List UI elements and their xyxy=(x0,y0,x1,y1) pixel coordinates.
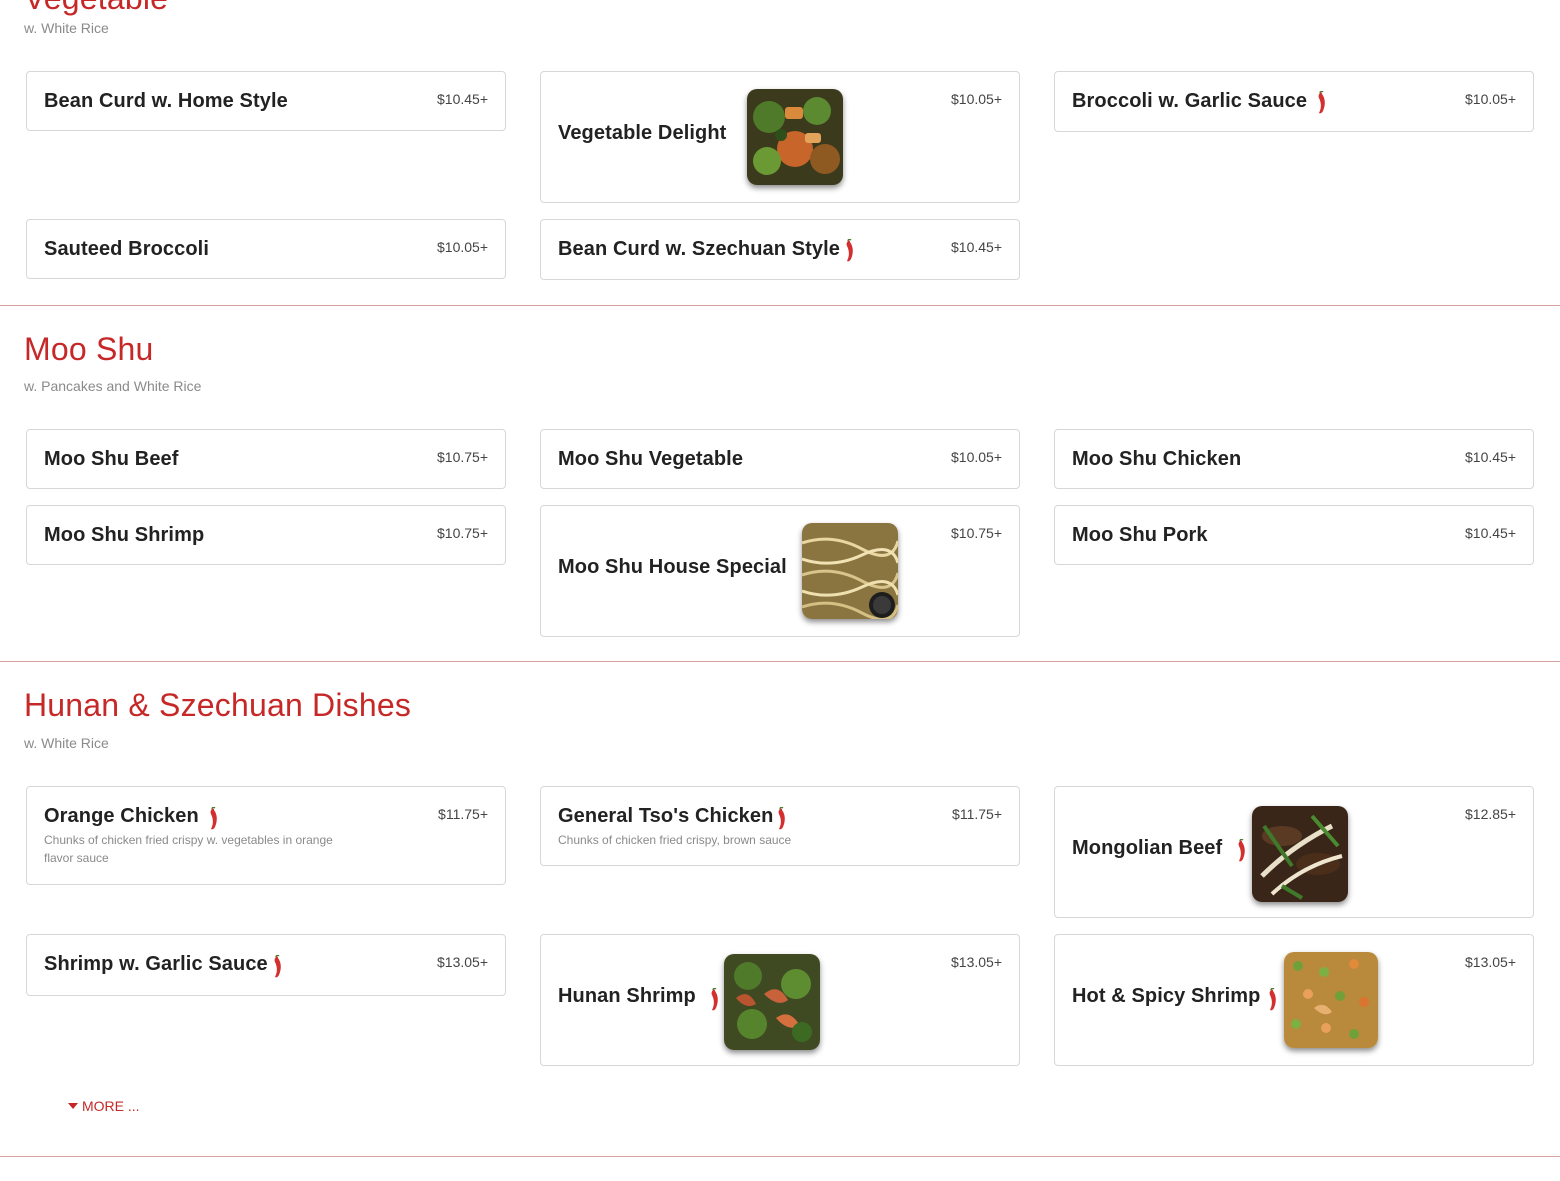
item-name: Moo Shu Vegetable xyxy=(558,448,744,470)
caret-down-icon xyxy=(68,1103,78,1109)
section-title-moo-shu: Moo Shu xyxy=(24,331,154,367)
menu-item-moo-shu-vegetable[interactable]: Moo Shu Vegetable $10.05+ xyxy=(540,429,1020,489)
item-price: $10.45+ xyxy=(951,239,1002,255)
menu-item-orange-chicken[interactable]: Orange Chicken Chunks of chicken fried c… xyxy=(26,786,506,885)
section-subtitle-vegetable: w. White Rice xyxy=(24,20,109,36)
item-price: $10.75+ xyxy=(437,449,488,465)
item-description: Chunks of chicken fried crispy w. vegeta… xyxy=(44,833,333,865)
vegetable-delight-photo xyxy=(747,89,843,185)
menu-item-moo-shu-chicken[interactable]: Moo Shu Chicken $10.45+ xyxy=(1054,429,1534,489)
item-name: Hot & Spicy Shrimp xyxy=(1072,985,1261,1007)
spicy-pepper-icon xyxy=(272,955,284,979)
item-name: Orange Chicken xyxy=(44,805,199,827)
moo-shu-house-special-photo xyxy=(802,523,898,619)
item-name: Hunan Shrimp xyxy=(558,985,696,1007)
menu-item-moo-shu-house-special[interactable]: Moo Shu House Special $10.75+ xyxy=(540,505,1020,637)
item-price: $10.05+ xyxy=(1465,91,1516,107)
menu-item-vegetable-delight[interactable]: Vegetable Delight $10.05+ xyxy=(540,71,1020,203)
menu-page: Vegetable w. White Rice Bean Curd w. Hom… xyxy=(0,0,1560,1181)
spicy-pepper-icon xyxy=(1316,91,1328,115)
item-name: General Tso's Chicken xyxy=(558,805,774,827)
item-description: Chunks of chicken fried crispy, brown sa… xyxy=(558,833,792,847)
item-name: Bean Curd w. Szechuan Style xyxy=(558,238,841,260)
section-subtitle-moo-shu: w. Pancakes and White Rice xyxy=(24,378,202,394)
section-title-vegetable: Vegetable xyxy=(24,0,168,18)
menu-item-moo-shu-beef[interactable]: Moo Shu Beef $10.75+ xyxy=(26,429,506,489)
item-price: $13.05+ xyxy=(951,954,1002,970)
hunan-shrimp-photo xyxy=(724,954,820,1050)
item-name: Vegetable Delight xyxy=(558,122,727,144)
menu-item-moo-shu-pork[interactable]: Moo Shu Pork $10.45+ xyxy=(1054,505,1534,565)
item-name: Moo Shu Shrimp xyxy=(44,524,205,546)
section-divider xyxy=(0,1156,1560,1157)
menu-item-shrimp-garlic-sauce[interactable]: Shrimp w. Garlic Sauce $13.05+ xyxy=(26,934,506,996)
item-name: Broccoli w. Garlic Sauce xyxy=(1072,90,1308,112)
spicy-pepper-icon xyxy=(208,807,220,831)
mongolian-beef-photo xyxy=(1252,806,1348,902)
more-label: MORE ... xyxy=(82,1098,140,1114)
menu-item-bean-curd-szechuan-style[interactable]: Bean Curd w. Szechuan Style $10.45+ xyxy=(540,219,1020,280)
item-price: $10.45+ xyxy=(437,91,488,107)
item-price: $11.75+ xyxy=(952,806,1002,822)
item-name: Moo Shu Beef xyxy=(44,448,179,470)
item-name: Moo Shu Chicken xyxy=(1072,448,1242,470)
item-name: Mongolian Beef xyxy=(1072,837,1223,859)
item-price: $13.05+ xyxy=(437,954,488,970)
item-price: $10.05+ xyxy=(951,91,1002,107)
menu-item-hunan-shrimp[interactable]: Hunan Shrimp $13.05+ xyxy=(540,934,1020,1066)
item-price: $10.45+ xyxy=(1465,525,1516,541)
item-price: $10.75+ xyxy=(951,525,1002,541)
section-divider xyxy=(0,305,1560,306)
item-name: Moo Shu Pork xyxy=(1072,524,1208,546)
more-button[interactable]: MORE ... xyxy=(68,1098,140,1114)
item-price: $10.05+ xyxy=(437,239,488,255)
menu-item-moo-shu-shrimp[interactable]: Moo Shu Shrimp $10.75+ xyxy=(26,505,506,565)
menu-item-sauteed-broccoli[interactable]: Sauteed Broccoli $10.05+ xyxy=(26,219,506,279)
spicy-pepper-icon xyxy=(709,988,721,1012)
item-name: Sauteed Broccoli xyxy=(44,238,209,260)
section-title-hunan-szechuan: Hunan & Szechuan Dishes xyxy=(24,687,412,723)
menu-item-bean-curd-home-style[interactable]: Bean Curd w. Home Style $10.45+ xyxy=(26,71,506,131)
spicy-pepper-icon xyxy=(844,239,856,263)
menu-item-general-tsos-chicken[interactable]: General Tso's Chicken Chunks of chicken … xyxy=(540,786,1020,866)
item-price: $10.05+ xyxy=(951,449,1002,465)
spicy-pepper-icon xyxy=(1236,839,1248,863)
menu-item-mongolian-beef[interactable]: Mongolian Beef $12.85+ xyxy=(1054,786,1534,918)
section-subtitle-hunan-szechuan: w. White Rice xyxy=(24,735,109,751)
item-price: $13.05+ xyxy=(1465,954,1516,970)
section-divider xyxy=(0,661,1560,662)
menu-item-broccoli-garlic-sauce[interactable]: Broccoli w. Garlic Sauce $10.05+ xyxy=(1054,71,1534,132)
item-price: $10.45+ xyxy=(1465,449,1516,465)
spicy-pepper-icon xyxy=(1267,988,1279,1012)
item-name: Shrimp w. Garlic Sauce xyxy=(44,953,268,975)
item-name: Moo Shu House Special xyxy=(558,556,787,578)
item-price: $12.85+ xyxy=(1465,806,1516,822)
item-price: $10.75+ xyxy=(437,525,488,541)
menu-item-hot-spicy-shrimp[interactable]: Hot & Spicy Shrimp $13.05+ xyxy=(1054,934,1534,1066)
hot-spicy-shrimp-photo xyxy=(1284,952,1378,1048)
spicy-pepper-icon xyxy=(776,807,788,831)
item-name: Bean Curd w. Home Style xyxy=(44,90,288,112)
item-price: $11.75+ xyxy=(438,806,488,822)
